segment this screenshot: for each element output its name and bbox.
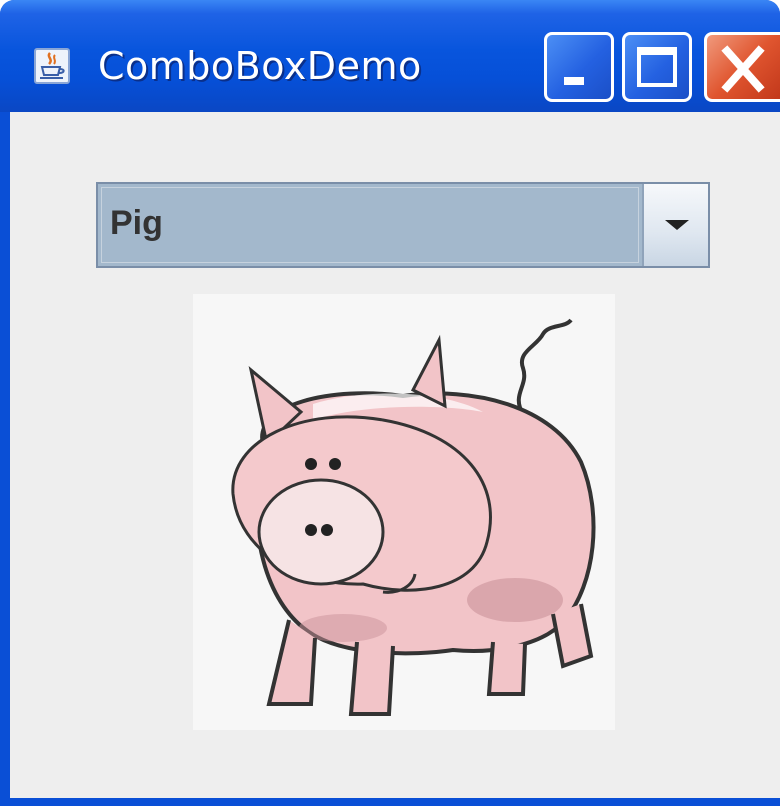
- window-bottom-border: [0, 798, 780, 806]
- close-button[interactable]: [704, 32, 780, 102]
- java-app-icon[interactable]: [34, 48, 70, 84]
- title-bar[interactable]: ComboBoxDemo: [0, 0, 780, 112]
- close-icon: [721, 45, 765, 93]
- chevron-down-icon: [665, 220, 689, 230]
- combo-selected-value: Pig: [110, 204, 163, 242]
- minimize-button[interactable]: [544, 32, 614, 102]
- content-pane: Pig: [10, 112, 780, 798]
- pig-picture: [193, 294, 615, 730]
- minimize-icon: [564, 77, 584, 85]
- maximize-button[interactable]: [622, 32, 692, 102]
- combo-display[interactable]: Pig: [101, 187, 639, 263]
- window-title: ComboBoxDemo: [98, 44, 422, 88]
- app-window: ComboBoxDemo Pig: [0, 0, 780, 806]
- animal-combo-box[interactable]: Pig: [96, 182, 710, 268]
- combo-dropdown-button[interactable]: [642, 184, 708, 266]
- coffee-cup-icon: [40, 52, 65, 79]
- maximize-icon: [637, 47, 677, 87]
- pig-illustration-icon: [231, 318, 596, 716]
